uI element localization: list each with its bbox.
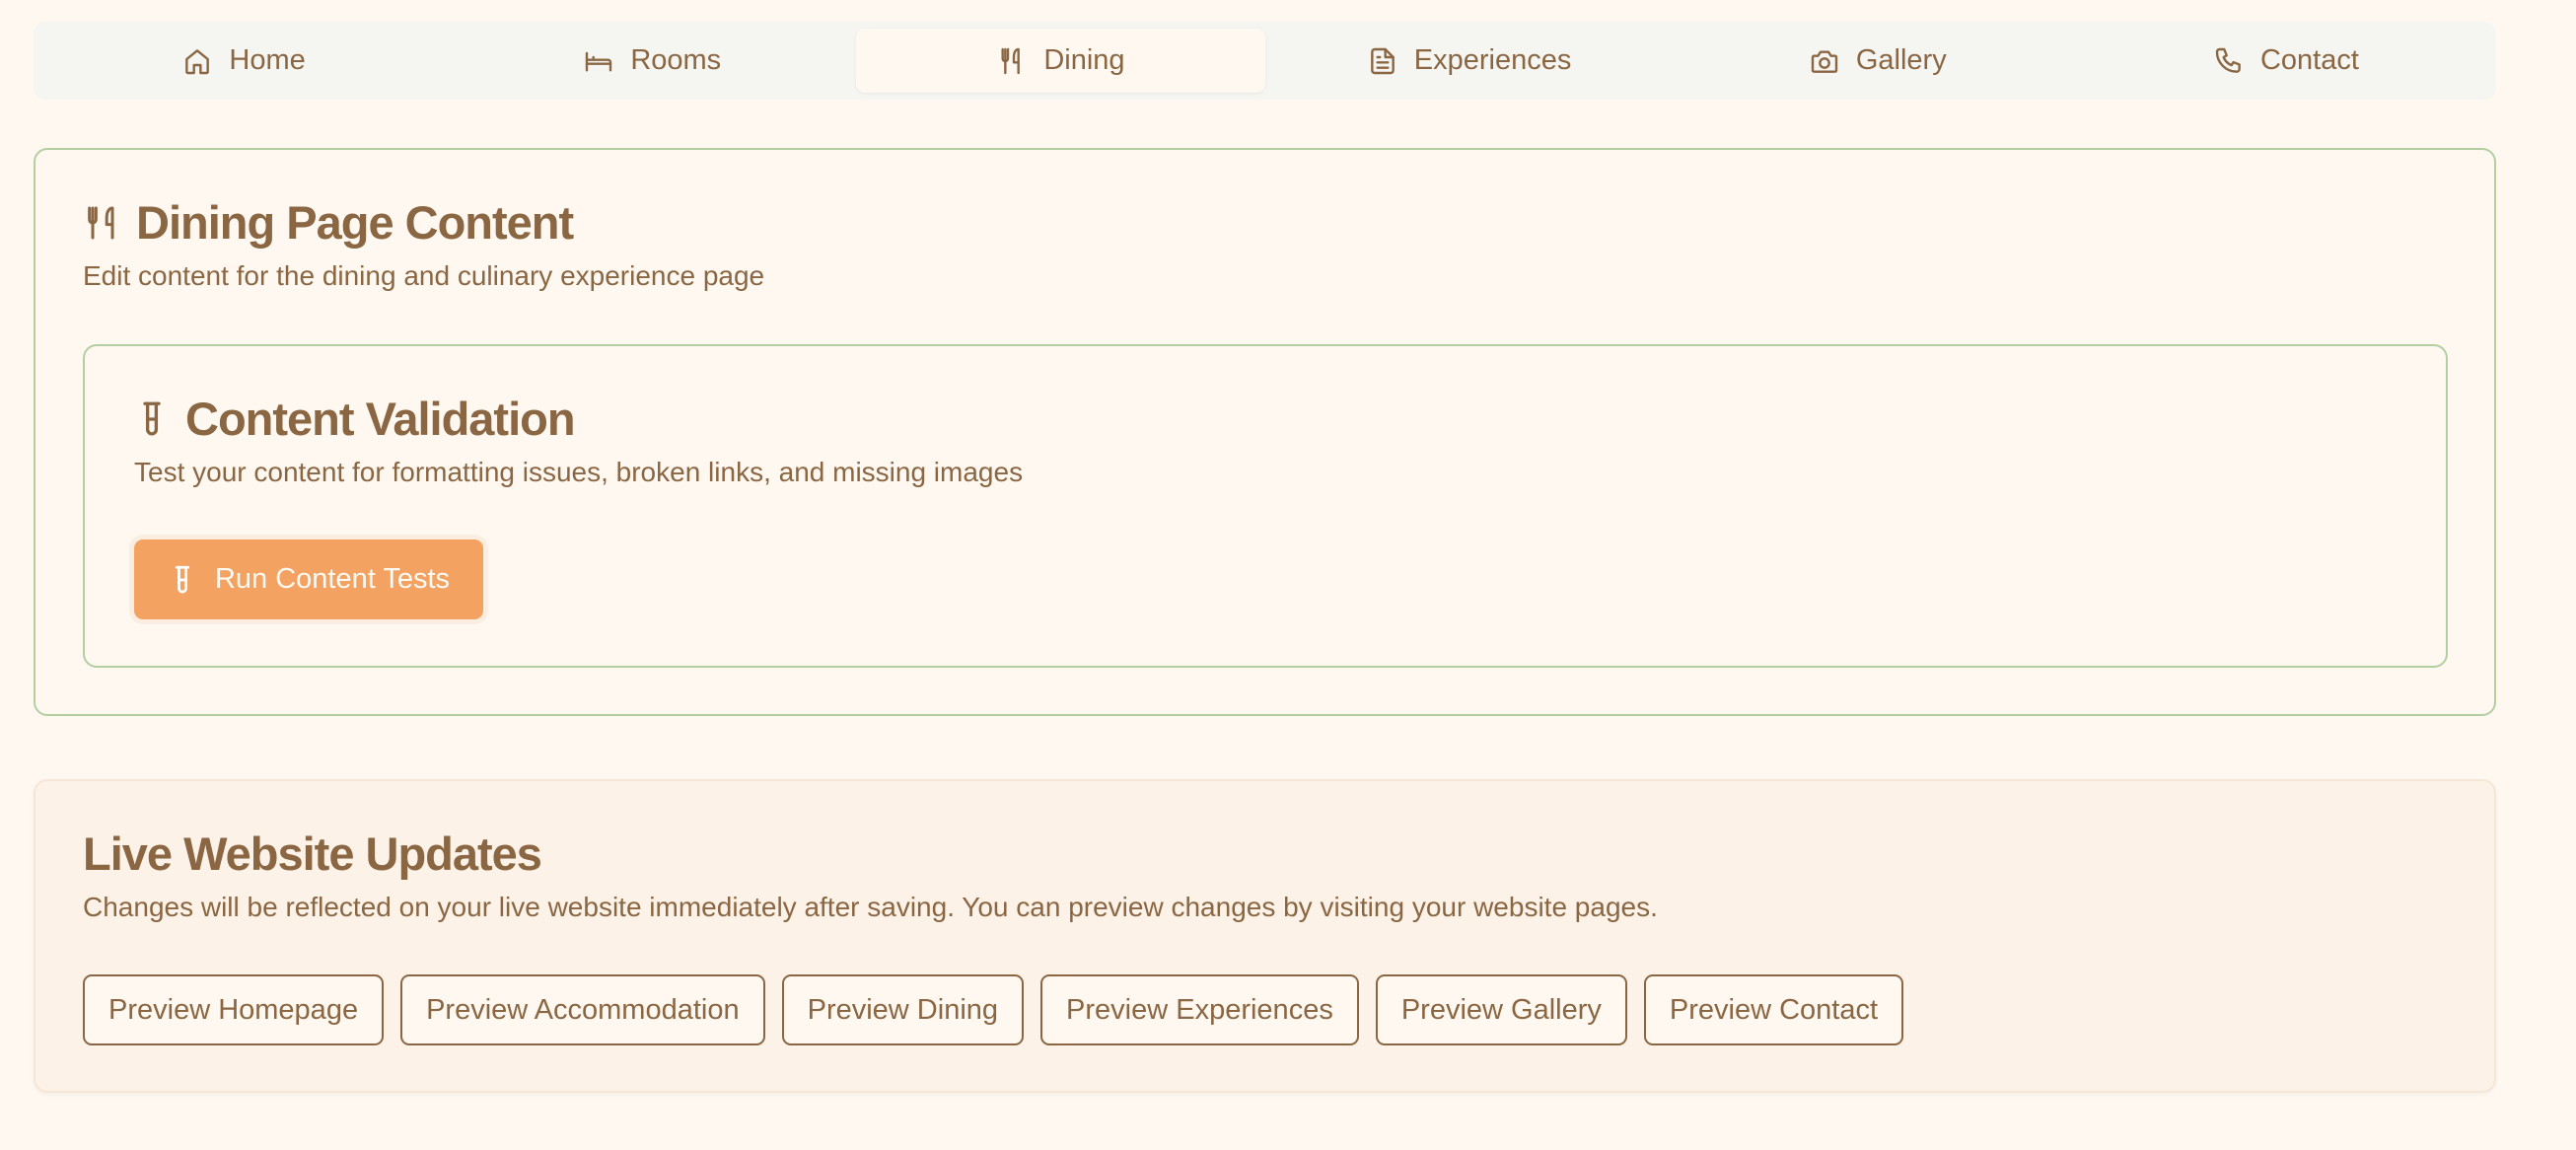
section-tabs: Home Rooms Dining Experiences Gallery Co…: [34, 22, 2496, 100]
live-updates-title: Live Website Updates: [83, 827, 542, 880]
content-validation-card: Content Validation Test your content for…: [83, 344, 2448, 668]
validation-title: Content Validation: [185, 393, 576, 445]
tab-label: Rooms: [630, 44, 722, 76]
preview-buttons: Preview Homepage Preview Accommodation P…: [83, 974, 1904, 1045]
tab-gallery[interactable]: Gallery: [1674, 29, 2082, 93]
camera-icon: [1809, 45, 1840, 77]
tab-rooms[interactable]: Rooms: [448, 29, 856, 93]
card-header: Dining Page Content: [83, 195, 574, 250]
tab-label: Gallery: [1855, 44, 1947, 76]
live-updates-card: Live Website Updates Changes will be ref…: [34, 779, 2496, 1093]
tab-label: Home: [229, 44, 306, 76]
preview-contact-button[interactable]: Preview Contact: [1643, 974, 1904, 1045]
validation-description: Test your content for formatting issues,…: [134, 457, 1024, 487]
page-title: Dining Page Content: [136, 196, 574, 249]
live-updates-description: Changes will be reflected on your live w…: [83, 892, 1658, 922]
phone-icon: [2213, 45, 2245, 77]
preview-dining-button[interactable]: Preview Dining: [781, 974, 1025, 1045]
utensils-icon: [996, 45, 1028, 77]
test-tube-icon: [134, 398, 170, 440]
test-tube-icon: [168, 563, 197, 597]
tab-label: Contact: [2259, 44, 2359, 76]
preview-experiences-button[interactable]: Preview Experiences: [1040, 974, 1359, 1045]
preview-accommodation-button[interactable]: Preview Accommodation: [400, 974, 765, 1045]
run-button-label: Run Content Tests: [214, 563, 451, 595]
preview-homepage-button[interactable]: Preview Homepage: [83, 974, 385, 1045]
tab-dining[interactable]: Dining: [856, 29, 1265, 93]
preview-gallery-button[interactable]: Preview Gallery: [1375, 974, 1627, 1045]
tab-label: Dining: [1043, 44, 1125, 76]
dining-content-card: Dining Page Content Edit content for the…: [34, 148, 2496, 716]
utensils-icon: [83, 203, 122, 243]
file-text-icon: [1367, 45, 1398, 77]
tab-home[interactable]: Home: [39, 29, 448, 93]
page-description: Edit content for the dining and culinary…: [83, 260, 765, 291]
tab-experiences[interactable]: Experiences: [1265, 29, 1674, 93]
run-content-tests-button[interactable]: Run Content Tests: [134, 539, 483, 619]
home-icon: [181, 45, 213, 77]
tab-label: Experiences: [1413, 44, 1572, 76]
bed-icon: [583, 45, 614, 77]
validation-header: Content Validation: [134, 392, 576, 446]
tab-contact[interactable]: Contact: [2082, 29, 2490, 93]
